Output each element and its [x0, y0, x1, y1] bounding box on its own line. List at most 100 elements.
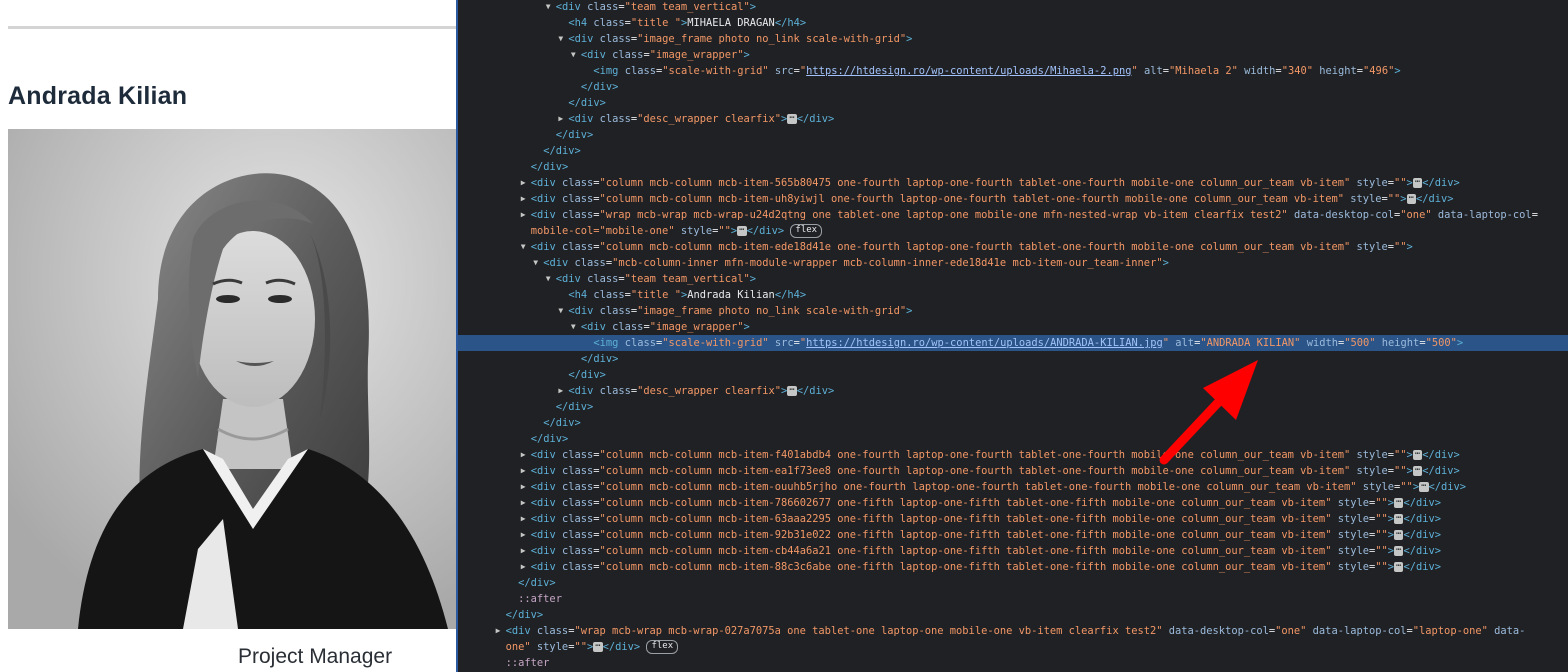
- dom-node-line[interactable]: one" style=""> ⋯ </div> flex: [458, 639, 1568, 655]
- dom-node-markup: <div class="image_wrapper">: [580, 321, 750, 333]
- dom-node-line[interactable]: ::after: [458, 591, 1568, 607]
- dom-node-line[interactable]: </div>: [458, 607, 1568, 623]
- dom-node-markup: </div>: [530, 161, 569, 173]
- dom-node-line[interactable]: </div>: [458, 95, 1568, 111]
- dom-node-markup: </div>: [568, 97, 606, 109]
- dom-node-line[interactable]: ▼ <div class="image_frame photo no_link s…: [458, 303, 1568, 319]
- expand-triangle-icon[interactable]: ▼: [558, 303, 563, 319]
- dom-node-line[interactable]: ▶ <div class="column mcb-column mcb-item-…: [458, 447, 1568, 463]
- dom-node-line[interactable]: ▼ <div class="team team_vertical">: [458, 271, 1568, 287]
- expand-triangle-icon[interactable]: ▼: [571, 319, 576, 335]
- dom-node-markup: <div class="column mcb-column mcb-item-o…: [530, 481, 1467, 493]
- dom-node-markup: <h4 class="title ">Andrada Kilian</h4>: [568, 289, 807, 301]
- dom-node-line[interactable]: </div>: [458, 351, 1568, 367]
- dom-node-markup: </div>: [580, 81, 619, 93]
- team-member-role: Project Manager: [238, 645, 393, 668]
- collapse-triangle-icon[interactable]: ▶: [521, 207, 526, 223]
- dom-node-markup: <div class="column mcb-column mcb-item-5…: [530, 177, 1460, 189]
- dom-node-line[interactable]: ▼ <div class="image_wrapper">: [458, 319, 1568, 335]
- dom-node-line[interactable]: </div>: [458, 367, 1568, 383]
- dom-node-line[interactable]: ▶ <div class="wrap mcb-wrap mcb-wrap-u24d…: [458, 207, 1568, 223]
- dom-node-markup: <div class="column mcb-column mcb-item-e…: [530, 465, 1460, 477]
- dom-node-line[interactable]: ▶ <div class="column mcb-column mcb-item-…: [458, 543, 1568, 559]
- collapse-triangle-icon[interactable]: ▶: [558, 383, 563, 399]
- collapse-triangle-icon[interactable]: ▶: [521, 559, 526, 575]
- dom-node-line[interactable]: ▶ <div class="column mcb-column mcb-item-…: [458, 175, 1568, 191]
- dom-node-markup: <div class="team team_vertical">: [555, 273, 756, 285]
- dom-node-line[interactable]: ▼ <div class="mcb-column-inner mfn-module…: [458, 255, 1568, 271]
- dom-node-markup: <div class="image_frame photo no_link sc…: [568, 33, 913, 45]
- dom-node-markup: <div class="desc_wrapper clearfix"> ⋯ </di…: [568, 113, 835, 125]
- dom-node-line[interactable]: </div>: [458, 431, 1568, 447]
- dom-node-markup: <div class="column mcb-column mcb-item-e…: [530, 241, 1413, 253]
- dom-node-line[interactable]: ▼ <div class="column mcb-column mcb-item-…: [458, 239, 1568, 255]
- dom-node-line[interactable]: ▶ <div class="wrap mcb-wrap mcb-wrap-027a…: [458, 623, 1568, 639]
- dom-node-markup: <div class="team team_vertical">: [555, 1, 756, 13]
- collapse-triangle-icon[interactable]: ▶: [521, 511, 526, 527]
- dom-node-markup: </div>: [543, 417, 581, 429]
- dom-node-markup: <div class="column mcb-column mcb-item-c…: [530, 545, 1442, 557]
- dom-node-line[interactable]: ▼ <div class="image_wrapper">: [458, 47, 1568, 63]
- dom-node-line[interactable]: </div>: [458, 143, 1568, 159]
- dom-node-line[interactable]: </div>: [458, 399, 1568, 415]
- collapse-triangle-icon[interactable]: ▶: [521, 479, 526, 495]
- dom-node-markup: </div>: [555, 401, 594, 413]
- expand-triangle-icon[interactable]: ▼: [546, 271, 551, 287]
- dom-node-markup: </div>: [568, 369, 606, 381]
- dom-node-line[interactable]: ▶ <div class="column mcb-column mcb-item-…: [458, 479, 1568, 495]
- dom-node-line[interactable]: <h4 class="title ">MIHAELA DRAGAN</h4>: [458, 15, 1568, 31]
- dom-node-line[interactable]: ▶ <div class="column mcb-column mcb-item-…: [458, 559, 1568, 575]
- dom-node-markup: <div class="image_wrapper">: [580, 49, 750, 61]
- collapse-triangle-icon[interactable]: ▶: [521, 175, 526, 191]
- expand-triangle-icon[interactable]: ▼: [571, 47, 576, 63]
- devtools-elements-panel[interactable]: ▼ <div class="team team_vertical"> <h4 cla…: [456, 0, 1568, 672]
- dom-node-markup: <img class="scale-with-grid" src="https:…: [593, 337, 1464, 349]
- dom-node-line[interactable]: </div>: [458, 127, 1568, 143]
- expand-triangle-icon[interactable]: ▼: [558, 31, 563, 47]
- dom-node-line[interactable]: ▼ <div class="team team_vertical">: [458, 0, 1568, 15]
- dom-node-line[interactable]: ::after: [458, 655, 1568, 671]
- dom-node-line[interactable]: mobile-col="mobile-one" style=""> ⋯ </div>…: [458, 223, 1568, 239]
- dom-node-line[interactable]: ▶ <div class="column mcb-column mcb-item-…: [458, 191, 1568, 207]
- dom-node-line[interactable]: ▶ <div class="desc_wrapper clearfix"> ⋯ </d…: [458, 383, 1568, 399]
- dom-node-markup: <div class="column mcb-column mcb-item-6…: [530, 513, 1442, 525]
- dom-node-markup: mobile-col="mobile-one" style=""> ⋯ </div>…: [531, 223, 823, 239]
- dom-node-selected[interactable]: <img class="scale-with-grid" src="https:…: [458, 335, 1568, 351]
- dom-node-line[interactable]: ▶ <div class="column mcb-column mcb-item-…: [458, 495, 1568, 511]
- dom-node-line[interactable]: <img class="scale-with-grid" src="https:…: [458, 63, 1568, 79]
- dom-node-markup: ::after: [505, 657, 550, 669]
- collapse-triangle-icon[interactable]: ▶: [496, 623, 501, 639]
- dom-node-line[interactable]: ▶ <div class="desc_wrapper clearfix"> ⋯ </d…: [458, 111, 1568, 127]
- web-page-viewport: Andrada Kilian Project Manager: [0, 0, 456, 672]
- dom-node-line[interactable]: <h4 class="title ">Andrada Kilian</h4>: [458, 287, 1568, 303]
- dom-node-markup: <img class="scale-with-grid" src="https:…: [593, 65, 1401, 77]
- team-member-name: Andrada Kilian: [8, 82, 188, 110]
- dom-node-markup: </div>: [543, 145, 581, 157]
- expand-triangle-icon[interactable]: ▼: [521, 239, 526, 255]
- expand-triangle-icon[interactable]: ▼: [546, 0, 551, 15]
- collapse-triangle-icon[interactable]: ▶: [521, 191, 526, 207]
- expand-triangle-icon[interactable]: ▼: [533, 255, 538, 271]
- collapse-triangle-icon[interactable]: ▶: [521, 527, 526, 543]
- dom-node-markup: </div>: [505, 609, 544, 621]
- collapse-triangle-icon[interactable]: ▶: [521, 543, 526, 559]
- dom-node-line[interactable]: ▶ <div class="column mcb-column mcb-item-…: [458, 463, 1568, 479]
- dom-node-line[interactable]: </div>: [458, 79, 1568, 95]
- dom-node-markup: <div class="desc_wrapper clearfix"> ⋯ </di…: [568, 385, 835, 397]
- divider: [8, 26, 456, 29]
- dom-node-markup: </div>: [555, 129, 594, 141]
- dom-node-line[interactable]: </div>: [458, 415, 1568, 431]
- dom-node-line[interactable]: </div>: [458, 575, 1568, 591]
- dom-node-line[interactable]: </div>: [458, 159, 1568, 175]
- dom-node-markup: ::after: [518, 593, 562, 605]
- dom-node-line[interactable]: ▶ <div class="column mcb-column mcb-item-…: [458, 527, 1568, 543]
- collapse-triangle-icon[interactable]: ▶: [521, 447, 526, 463]
- dom-node-markup: <div class="column mcb-column mcb-item-8…: [530, 561, 1442, 573]
- dom-node-line[interactable]: ▶ <div class="column mcb-column mcb-item-…: [458, 511, 1568, 527]
- collapse-triangle-icon[interactable]: ▶: [558, 111, 563, 127]
- dom-node-markup: </div>: [518, 577, 556, 589]
- dom-node-markup: <div class="column mcb-column mcb-item-9…: [530, 529, 1442, 541]
- dom-node-line[interactable]: ▼ <div class="image_frame photo no_link s…: [458, 31, 1568, 47]
- collapse-triangle-icon[interactable]: ▶: [521, 463, 526, 479]
- collapse-triangle-icon[interactable]: ▶: [521, 495, 526, 511]
